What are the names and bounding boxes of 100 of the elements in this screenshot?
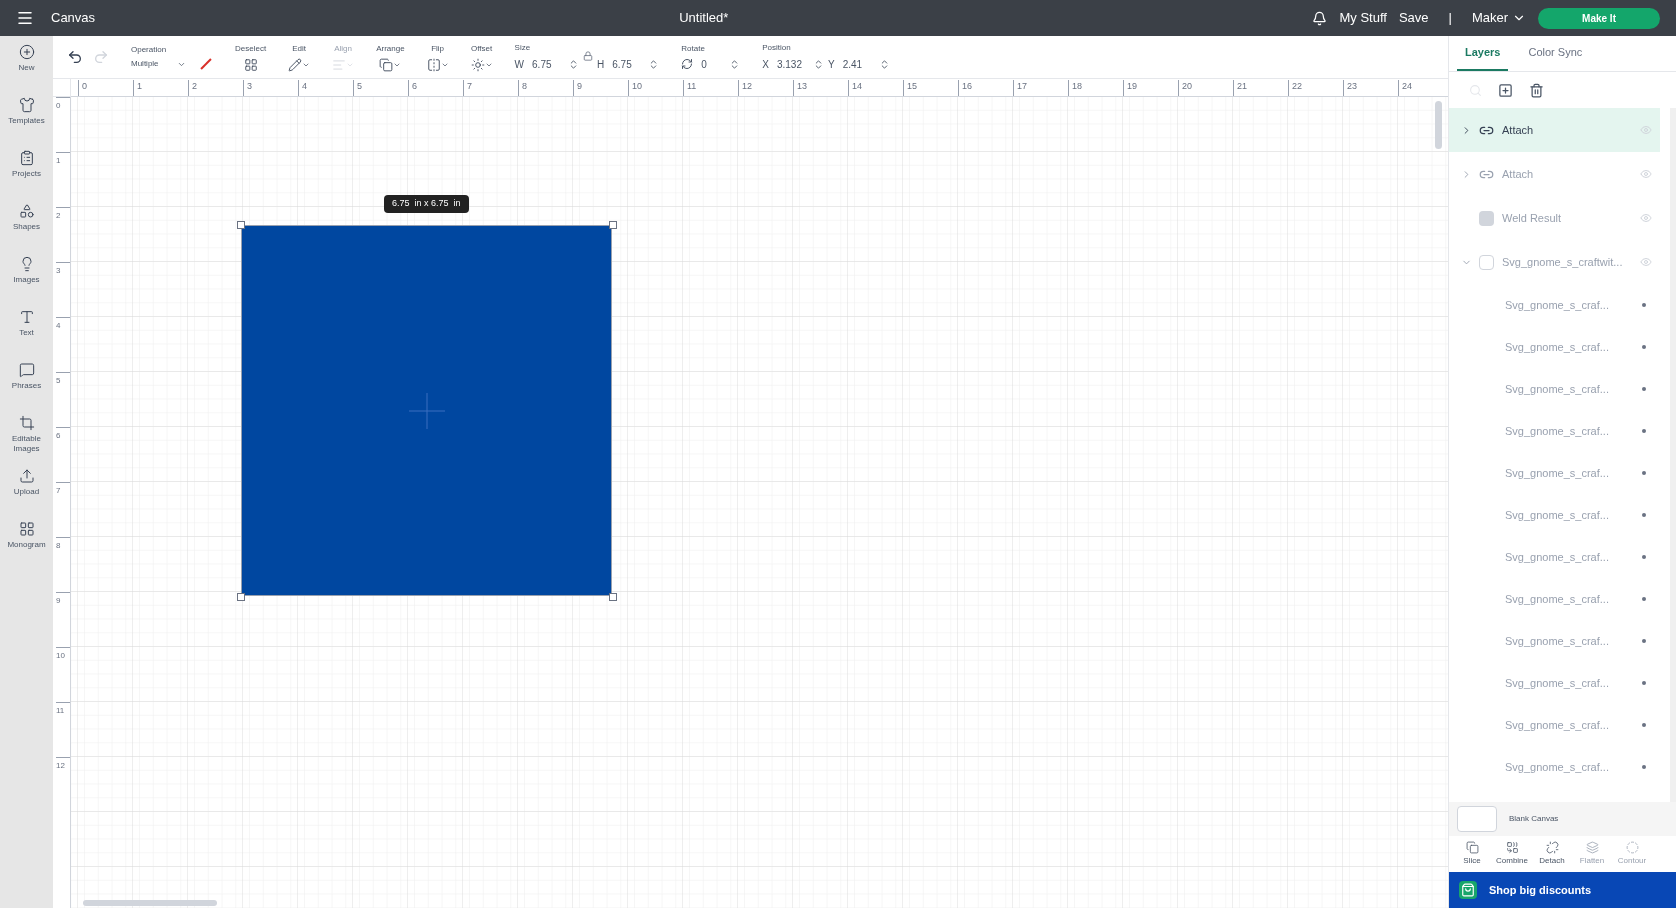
dotted-grid-icon	[243, 57, 258, 72]
layer-row[interactable]: Attach	[1449, 108, 1660, 152]
ruler-number: 9	[56, 592, 70, 607]
action-button[interactable]: Combine	[1497, 841, 1527, 867]
tool-button[interactable]	[288, 57, 311, 72]
operation-dropdown[interactable]: Multiple	[131, 58, 191, 70]
tool-label: Flip	[431, 42, 445, 55]
ruler-number: 4	[56, 317, 70, 332]
number-field[interactable]: 6.75	[608, 55, 645, 73]
tool-label: Position	[762, 41, 792, 54]
layer-name: Svg_gnome_s_craf...	[1505, 339, 1609, 355]
canvas-swatch[interactable]	[1457, 806, 1497, 832]
undo-icon[interactable]	[67, 49, 83, 65]
unlink-icon	[1545, 841, 1559, 854]
number-field[interactable]: 2.41	[838, 55, 875, 73]
sun-icon	[470, 57, 485, 72]
bell-icon[interactable]	[1312, 10, 1328, 26]
trash-icon[interactable]	[1529, 82, 1544, 98]
layer-name: Attach	[1502, 166, 1534, 182]
tool-label: Size	[514, 41, 532, 54]
panel-tab[interactable]: Color Sync	[1520, 43, 1591, 71]
align-icon	[332, 57, 347, 72]
shop-banner[interactable]: Shop big discounts	[1449, 872, 1676, 908]
number-field[interactable]: 6.75	[528, 55, 565, 73]
resize-handle[interactable]	[237, 221, 245, 229]
rotate-icon	[681, 58, 694, 70]
layer-name: Svg_gnome_s_craf...	[1505, 381, 1609, 397]
layer-name: Svg_gnome_s_craf...	[1505, 591, 1609, 607]
ruler-number: 11	[56, 702, 70, 717]
sidebar-item[interactable]: New	[0, 44, 53, 97]
sidebar-item[interactable]: Images	[0, 256, 53, 309]
resize-handle[interactable]	[609, 221, 617, 229]
app-title: Canvas	[51, 9, 96, 28]
crosshair-icon	[408, 392, 445, 429]
ruler-number: 8	[56, 537, 70, 552]
tool-label: Deselect	[235, 42, 267, 55]
action-button[interactable]: Slice	[1457, 841, 1487, 867]
shapes-icon	[18, 203, 35, 219]
ruler-number: 6	[56, 427, 70, 442]
layer-name: Svg_gnome_s_craf...	[1505, 507, 1609, 523]
bag-icon	[1459, 881, 1477, 899]
nav-link[interactable]: My Stuff	[1339, 8, 1387, 28]
layer-name: Svg_gnome_s_craf...	[1505, 423, 1609, 439]
ruler-number: 0	[56, 97, 70, 112]
tool-button[interactable]	[470, 57, 493, 72]
sidebar-item[interactable]: Editable Images	[0, 415, 53, 468]
sidebar-item[interactable]: Phrases	[0, 362, 53, 415]
machine-dropdown[interactable]: Maker	[1471, 8, 1527, 28]
tool-button[interactable]	[243, 57, 258, 72]
copy-icon	[379, 57, 394, 72]
resize-handle[interactable]	[609, 593, 617, 601]
layer-name: Svg_gnome_s_craf...	[1505, 549, 1609, 565]
tool-label: Arrange	[376, 42, 405, 55]
ruler-number: 2	[56, 207, 70, 222]
number-field[interactable]: 0	[697, 56, 726, 72]
tool-label: Align	[334, 42, 352, 55]
sidebar-item[interactable]: Projects	[0, 150, 53, 203]
layer-name: Svg_gnome_s_craf...	[1505, 633, 1609, 649]
lock-icon[interactable]	[583, 51, 594, 61]
scrollbar-thumb[interactable]	[1435, 101, 1442, 149]
blank-canvas-label: Blank Canvas	[1509, 813, 1559, 825]
size-tooltip: 6.75 in x 6.75 in	[384, 195, 469, 213]
field-label: X	[762, 57, 769, 72]
menu-icon[interactable]	[16, 9, 34, 27]
flip-icon	[426, 57, 441, 72]
upload-icon	[18, 468, 35, 484]
pencil-icon	[288, 57, 303, 72]
duplicate-icon[interactable]	[1498, 82, 1513, 98]
field-label: Y	[827, 57, 835, 72]
tool-button[interactable]	[426, 57, 449, 72]
layer-name: Svg_gnome_s_craf...	[1505, 759, 1609, 775]
dashed-circle-icon	[1625, 841, 1639, 854]
ruler-number: 5	[56, 372, 70, 387]
sidebar-item[interactable]: Text	[0, 309, 53, 362]
speech-bubble-icon	[18, 362, 35, 378]
sidebar-item[interactable]: Monogram	[0, 521, 53, 574]
layer-name: Svg_gnome_s_craf...	[1505, 717, 1609, 733]
tool-label: Edit	[292, 42, 306, 55]
tool-label: Rotate	[681, 42, 706, 55]
sidebar-item[interactable]: Upload	[0, 468, 53, 521]
layer-name: Svg_gnome_s_craftwit...	[1502, 254, 1623, 270]
clipboard-icon	[18, 150, 35, 166]
scrollbar-thumb[interactable]	[83, 900, 217, 906]
nav-link[interactable]: Save	[1398, 8, 1429, 28]
ruler-number: 10	[56, 647, 70, 662]
combine-icon	[1505, 841, 1519, 854]
plus-circle-icon	[18, 44, 35, 60]
number-field[interactable]: 3.132	[772, 55, 809, 73]
layer-name: Weld Result	[1502, 210, 1562, 226]
tool-label: Offset	[471, 42, 493, 55]
resize-handle[interactable]	[237, 593, 245, 601]
tool-button[interactable]	[379, 57, 402, 72]
ruler-number: 12	[56, 757, 70, 772]
shirt-icon	[18, 97, 35, 113]
sidebar-item[interactable]: Shapes	[0, 203, 53, 256]
field-label: W	[514, 57, 525, 72]
copy-icon	[1465, 841, 1479, 854]
action-button[interactable]: Detach	[1537, 841, 1567, 867]
ruler-number: 1	[56, 152, 70, 167]
sidebar-item[interactable]: Templates	[0, 97, 53, 150]
